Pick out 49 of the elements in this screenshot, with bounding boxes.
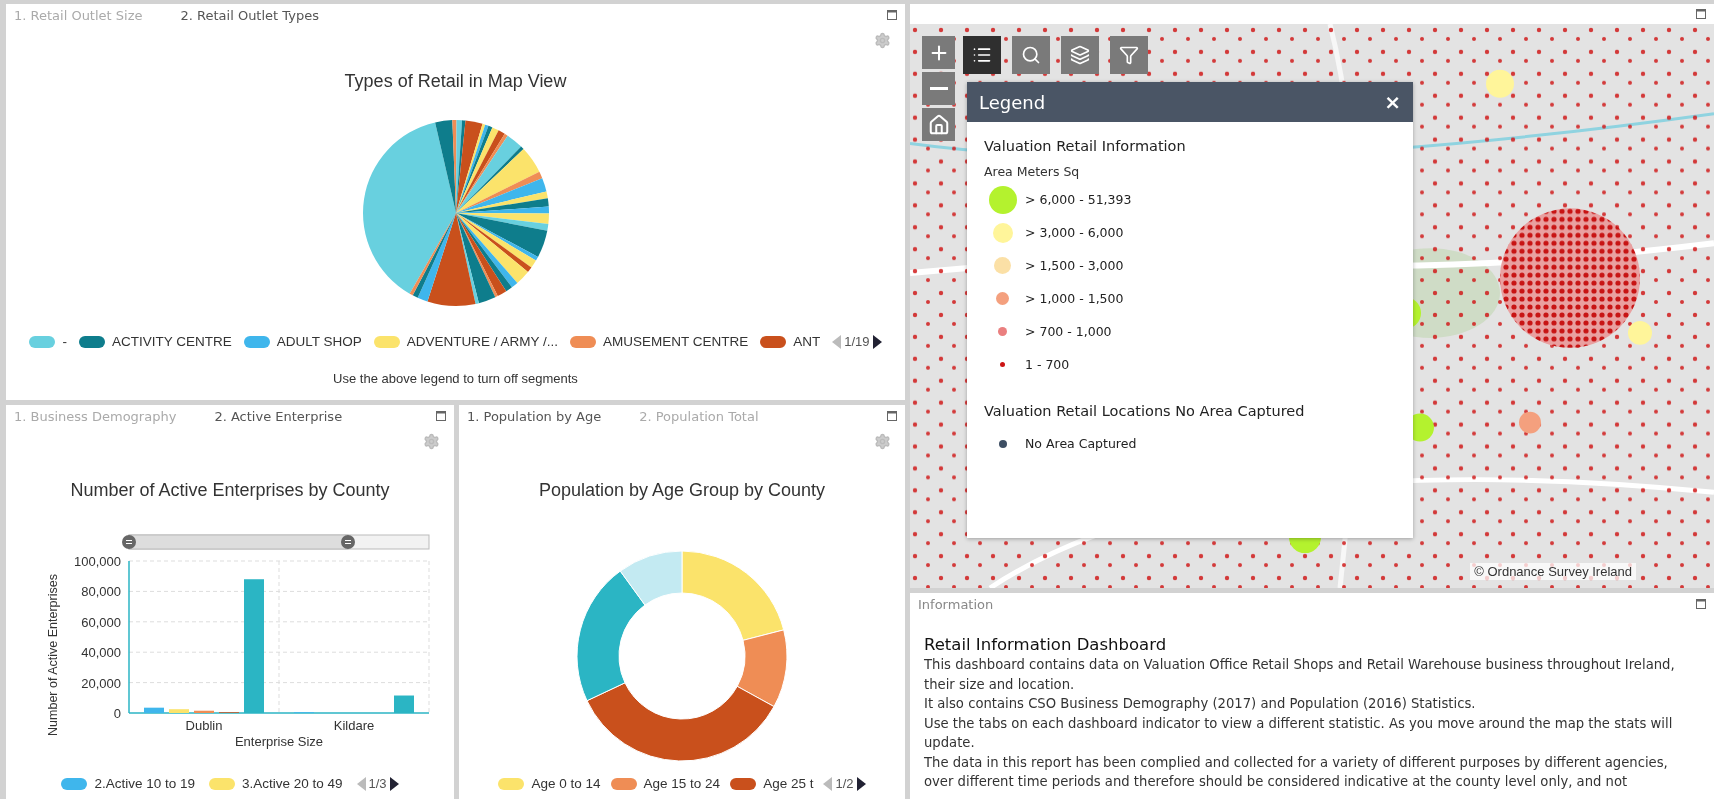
info-paragraph: Use the tabs on each dashboard indicator to view a different statistic. As you move around the map the stats will update. [924, 714, 1674, 752]
tab[interactable]: 2. Active Enterprise [214, 408, 343, 424]
axis-tick-label: 80,000 [81, 584, 121, 600]
x-axis-title: Enterprise Size [234, 734, 324, 749]
info-paragraph: The data in this report has been complied and collected for a variety of different purposes by different agencies, over different time periods and therefore should be considered indicative at the county level only, and not [924, 753, 1669, 791]
legend-subtitle: Area Meters Sq [984, 164, 1081, 179]
axis-category-label: Kildare [333, 718, 375, 733]
chart-title: Types of Retail in Map View [343, 71, 568, 92]
chart-title: Population by Age Group by County [537, 480, 827, 501]
legend-item[interactable]: ADVENTURE / ARMY /... [373, 334, 558, 349]
legend-item[interactable]: 2.Active 10 to 19 [61, 776, 195, 791]
chart-title: Number of Active Enterprises by County [69, 480, 391, 501]
legend-item[interactable]: Age 0 to 14 [498, 776, 601, 791]
axis-tick-label: 40,000 [81, 645, 121, 661]
axis-tick-label: 60,000 [81, 614, 121, 630]
page-indicator: 1/2 [835, 776, 854, 791]
axis-tick-label: 0 [113, 706, 121, 721]
tab[interactable]: 2. Retail Outlet Types [180, 7, 319, 23]
legend-section-title: Valuation Retail Information [984, 138, 1187, 154]
legend-item[interactable]: Age 15 to 24 [610, 776, 721, 791]
legend-item[interactable]: ADULT SHOP [243, 334, 362, 349]
axis-tick-label: 100,000 [74, 554, 121, 569]
legend-hint: Use the above legend to turn off segments [332, 371, 579, 386]
legend-label: 1 - 700 [1025, 357, 1070, 372]
tab[interactable]: 1. Population by Age [467, 408, 602, 424]
legend-item[interactable]: AMUSEMENT CENTRE [570, 334, 749, 349]
legend-title: Legend [979, 91, 1046, 113]
y-axis-title: Number of Active Enterprises [46, 574, 60, 736]
panel-title: Information [918, 596, 994, 612]
legend-item[interactable]: ANT [760, 334, 821, 349]
legend-label: No Area Captured [1025, 436, 1137, 451]
page-indicator: 1/3 [368, 776, 387, 791]
legend-label: > 1,000 - 1,500 [1025, 291, 1124, 306]
page-indicator: 1/19 [844, 334, 870, 349]
map-attribution: © Ordnance Survey Ireland [1470, 563, 1636, 580]
legend-label: > 700 - 1,000 [1025, 324, 1112, 339]
axis-category-label: Dublin [185, 718, 223, 733]
legend-item[interactable]: 3.Active 20 to 49 [208, 776, 343, 791]
legend-label: > 6,000 - 51,393 [1025, 192, 1132, 207]
info-paragraph: It also contains CSO Business Demography (2017) and Population (2016) Statistics. [924, 695, 1477, 713]
legend-label: > 1,500 - 3,000 [1025, 258, 1124, 273]
legend-item[interactable]: ACTIVITY CENTRE [78, 334, 232, 349]
legend-item[interactable]: Age 25 t [730, 776, 814, 791]
axis-tick-label: 20,000 [81, 675, 121, 691]
info-paragraph: This dashboard contains data on Valuation Office Retail Shops and Retail Warehouse business throughout Ireland, their size and location. [924, 656, 1676, 694]
legend-section-title: Valuation Retail Locations No Area Captured [984, 403, 1306, 419]
legend-label: > 3,000 - 6,000 [1025, 225, 1124, 240]
info-heading: Retail Information Dashboard [924, 635, 1168, 654]
close-button[interactable]: × [1384, 90, 1401, 114]
